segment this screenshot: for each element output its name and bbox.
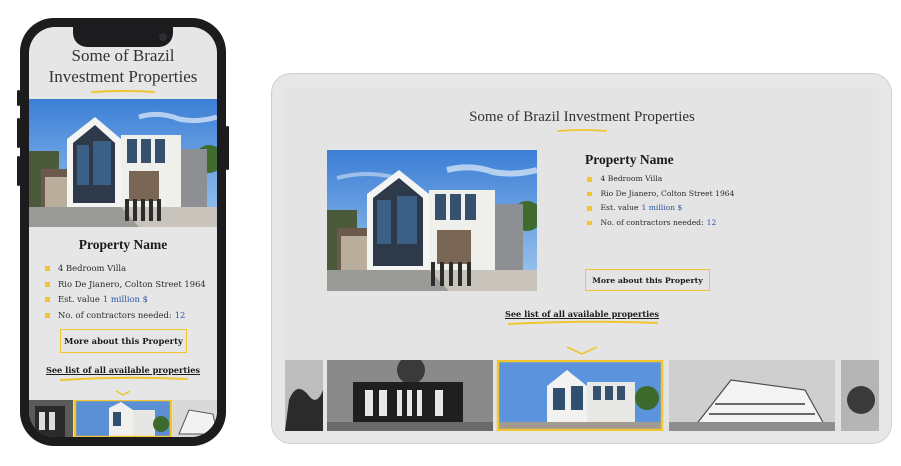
value-label: Est. value [58,294,100,304]
phone-mockup: Some of Brazil Investment Properties Pro… [17,18,229,446]
phone-power-button [226,126,229,170]
contractors-count: 12 [174,309,186,320]
property-type: 4 Bedroom Villa [58,263,127,273]
page-title-line2: Investment Properties [48,67,198,86]
contractors-count: 12 [706,217,717,227]
bullet-square-icon [587,206,592,211]
property-details-list: 4 Bedroom Villa Rio De Jianero, Colton S… [45,261,213,323]
property-name: Property Name [585,152,674,167]
list-item: Rio De Jianero, Colton Street 1964 [45,277,213,293]
phone-notch [73,27,173,47]
property-details-list: 4 Bedroom Villa Rio De Jianero, Colton S… [587,172,734,230]
page-title: Some of Brazil Investment Properties [469,109,695,125]
property-carousel[interactable] [29,400,217,437]
more-about-property-button[interactable]: More about this Property [585,269,710,291]
title-underline [91,90,155,93]
link-underline [508,320,658,325]
phone-mute-switch [17,90,20,106]
phone-volume-down [17,156,20,186]
chevron-down-icon [115,390,131,396]
see-all-properties-link[interactable]: See list of all available properties [285,309,879,319]
property-type: 4 Bedroom Villa [600,174,663,183]
camera-icon [159,33,167,41]
estimated-value: 1 million $ [102,294,148,304]
property-hero-image[interactable] [327,150,537,291]
property-address: Rio De Jianero, Colton Street 1964 [58,278,206,289]
see-all-properties-link[interactable]: See list of all available properties [29,365,217,375]
phone-screen: Some of Brazil Investment Properties Pro… [29,27,217,437]
property-name: Property Name [78,237,168,252]
list-item: Est. value 1 million $ [587,201,734,216]
property-carousel[interactable] [285,360,879,431]
phone-volume-up [17,118,20,148]
list-item: Est. value 1 million $ [45,292,213,308]
link-underline [60,376,188,381]
bullet-square-icon [587,191,592,197]
page-title-line1: Some of Brazil [71,46,175,65]
title-underline [557,129,607,132]
tablet-screen: Some of Brazil Investment Properties Pro… [285,88,879,431]
property-address: Rio De Jianero, Colton Street 1964 [600,188,735,198]
tablet-mockup: Some of Brazil Investment Properties Pro… [271,73,892,444]
chevron-down-icon [566,346,598,355]
bullet-square-icon [45,297,50,303]
list-item: 4 Bedroom Villa [45,261,213,277]
list-item: Rio De Jianero, Colton Street 1964 [587,187,734,202]
contractors-label: No. of contractors needed: [58,309,172,320]
contractors-label: No. of contractors needed: [600,217,704,227]
list-item: No. of contractors needed: 12 [45,308,213,324]
more-about-property-button[interactable]: More about this Property [60,329,187,353]
bullet-square-icon [45,312,50,318]
bullet-square-icon [587,220,592,226]
value-label: Est. value [600,203,639,213]
property-hero-image[interactable] [29,99,217,227]
bullet-square-icon [45,266,50,272]
bullet-square-icon [587,177,592,182]
list-item: 4 Bedroom Villa [587,172,734,187]
bullet-square-icon [45,281,50,287]
list-item: No. of contractors needed: 12 [587,216,734,231]
page-title: Some of Brazil Investment Properties [29,45,217,87]
estimated-value: 1 million $ [641,203,683,213]
